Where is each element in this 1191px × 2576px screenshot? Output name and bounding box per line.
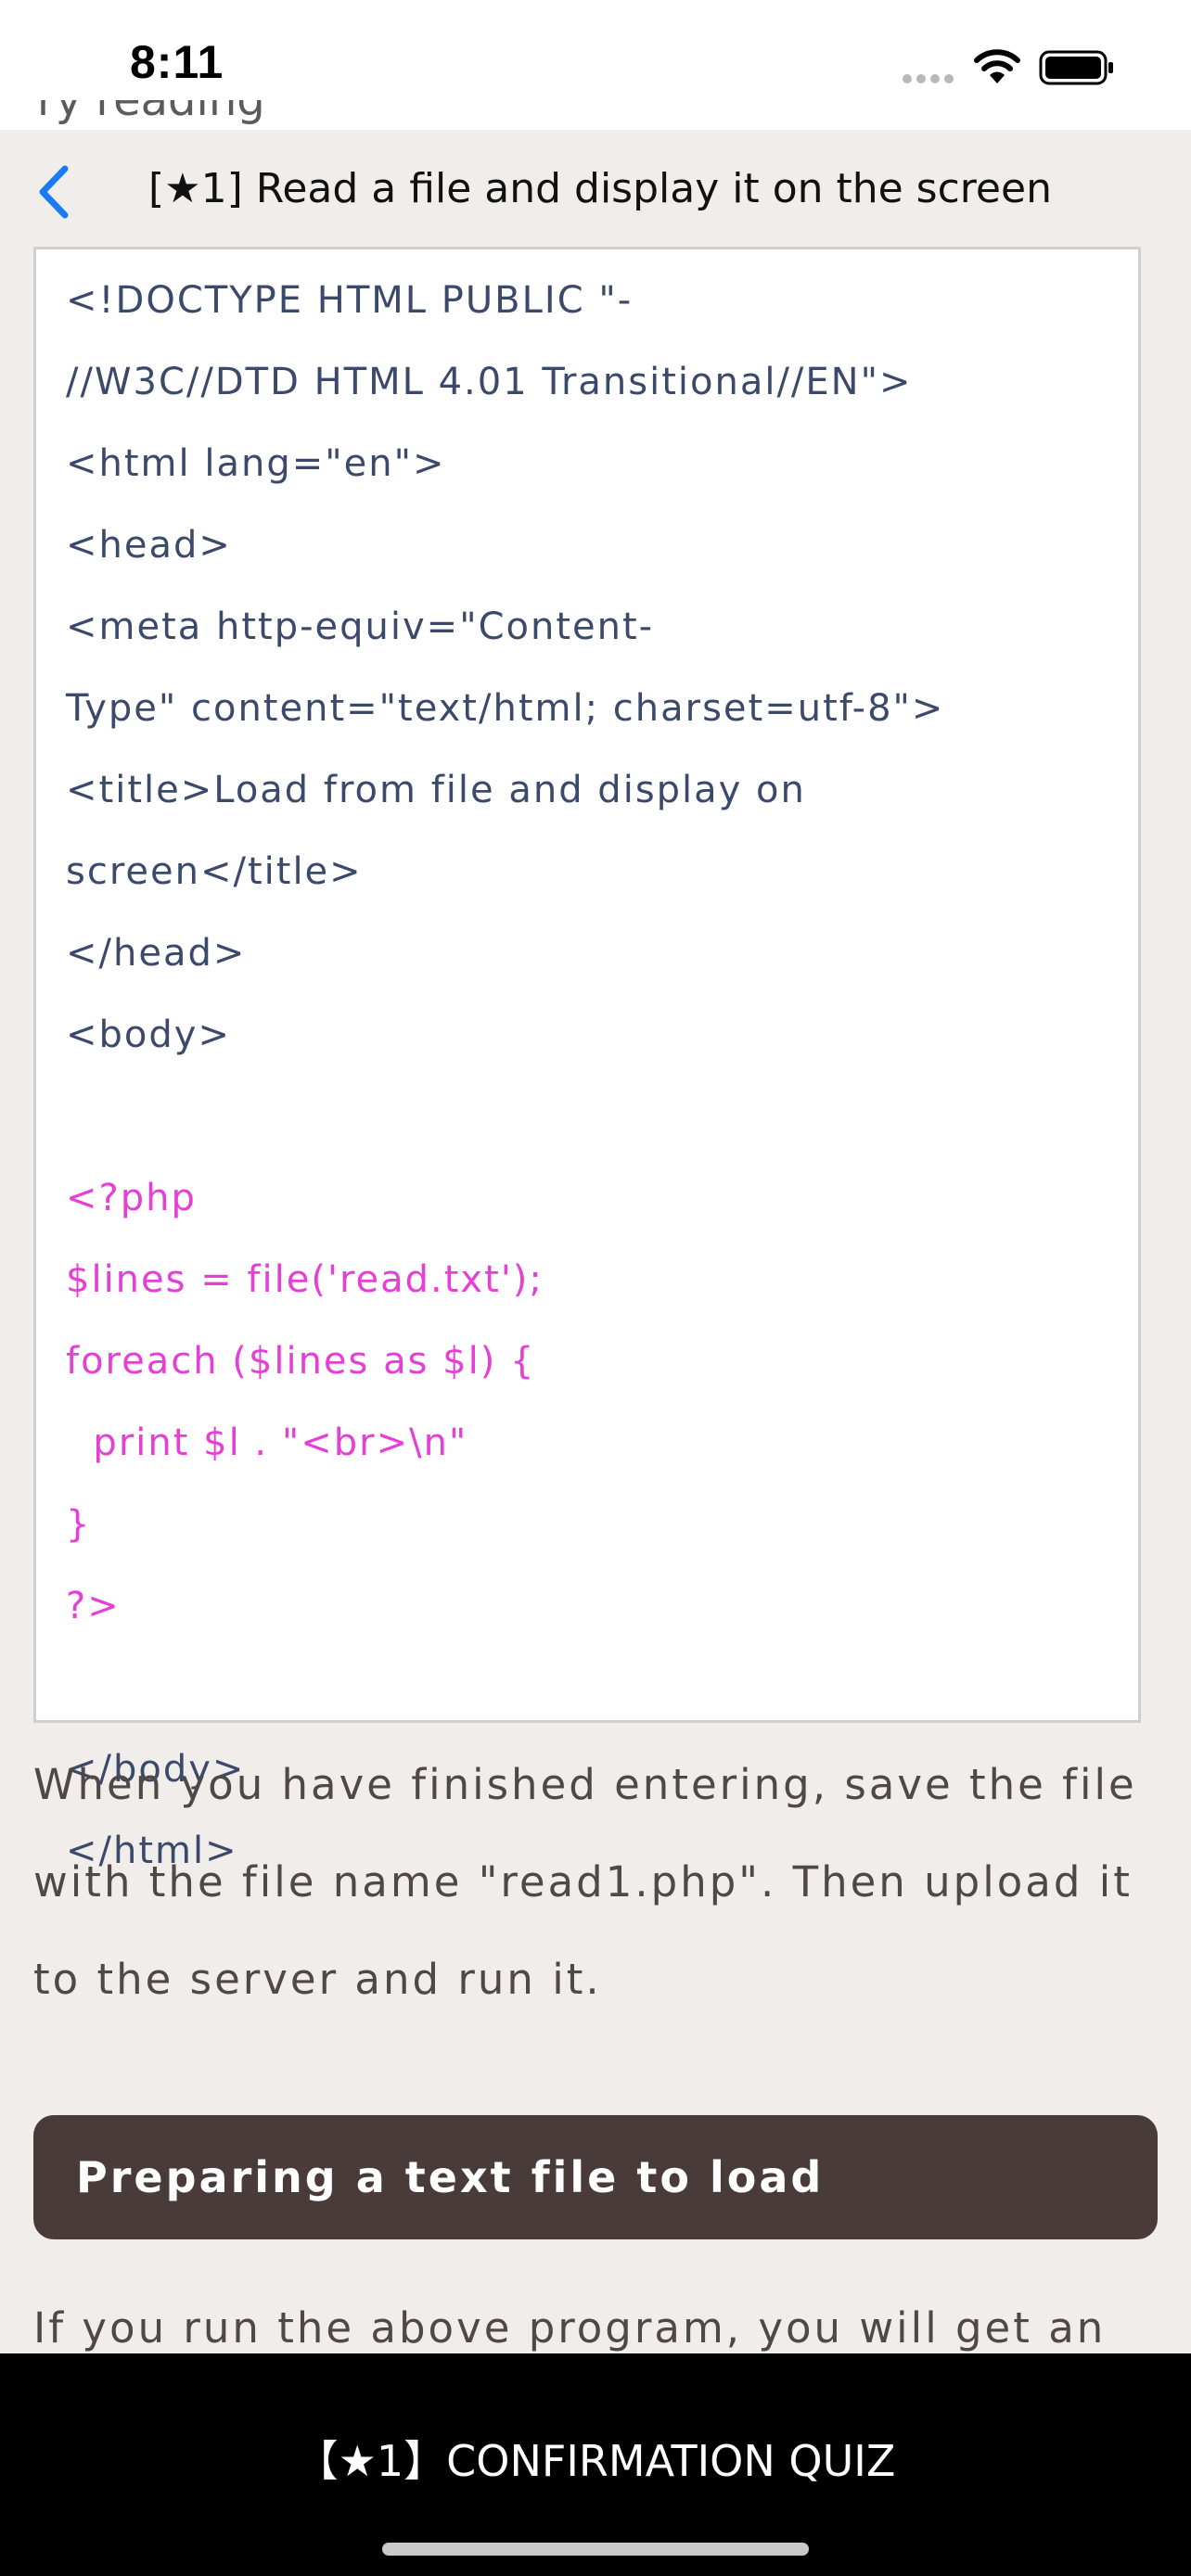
- code-line: <meta http-equiv="Content-: [66, 606, 655, 648]
- paragraph-line: with the file name "read1.php". Then upl…: [33, 1857, 1133, 1906]
- code-line: </head>: [66, 932, 247, 975]
- page-title: [★1] Read a file and display it on the s…: [148, 165, 1052, 212]
- code-line: }: [66, 1503, 92, 1546]
- battery-icon: [1039, 50, 1113, 85]
- code-line: foreach ($lines as $l) {: [66, 1340, 536, 1383]
- code-line: <body>: [66, 1014, 231, 1056]
- back-button[interactable]: [28, 159, 83, 224]
- code-line: <html lang="en">: [66, 442, 446, 485]
- status-time: 8:11: [130, 36, 224, 88]
- paragraph-line: If you run the above program, you will g…: [33, 2303, 1107, 2353]
- code-line: //W3C//DTD HTML 4.01 Transitional//EN">: [66, 361, 913, 403]
- code-line: screen</title>: [66, 850, 363, 893]
- code-line: ?>: [66, 1585, 121, 1627]
- wifi-icon: [974, 49, 1020, 83]
- code-line: <?php: [66, 1177, 197, 1219]
- cellular-signal-icon: [903, 74, 954, 83]
- section-heading: Preparing a text file to load: [33, 2115, 1158, 2239]
- code-line: Type" content="text/html; charset=utf-8"…: [66, 687, 945, 730]
- paragraph-line: When you have finished entering, save th…: [33, 1760, 1137, 1809]
- code-block: <!DOCTYPE HTML PUBLIC "- //W3C//DTD HTML …: [33, 247, 1141, 1872]
- code-line: $lines = file('read.txt');: [66, 1258, 544, 1301]
- clipped-text: ry reading: [37, 100, 265, 126]
- code-line: <head>: [66, 524, 232, 567]
- code-line: print $l . "<br>\n": [66, 1422, 468, 1464]
- confirmation-quiz-button[interactable]: 【★1】CONFIRMATION QUIZ: [0, 2428, 1191, 2489]
- code-line: <title>Load from file and display on: [66, 769, 806, 811]
- home-indicator: [382, 2543, 809, 2556]
- code-line: <!DOCTYPE HTML PUBLIC "-: [66, 279, 634, 322]
- scrolled-clipped-text: ry reading: [37, 100, 371, 134]
- paragraph-line: to the server and run it.: [33, 1955, 602, 2004]
- section-heading-text: Preparing a text file to load: [76, 2152, 825, 2202]
